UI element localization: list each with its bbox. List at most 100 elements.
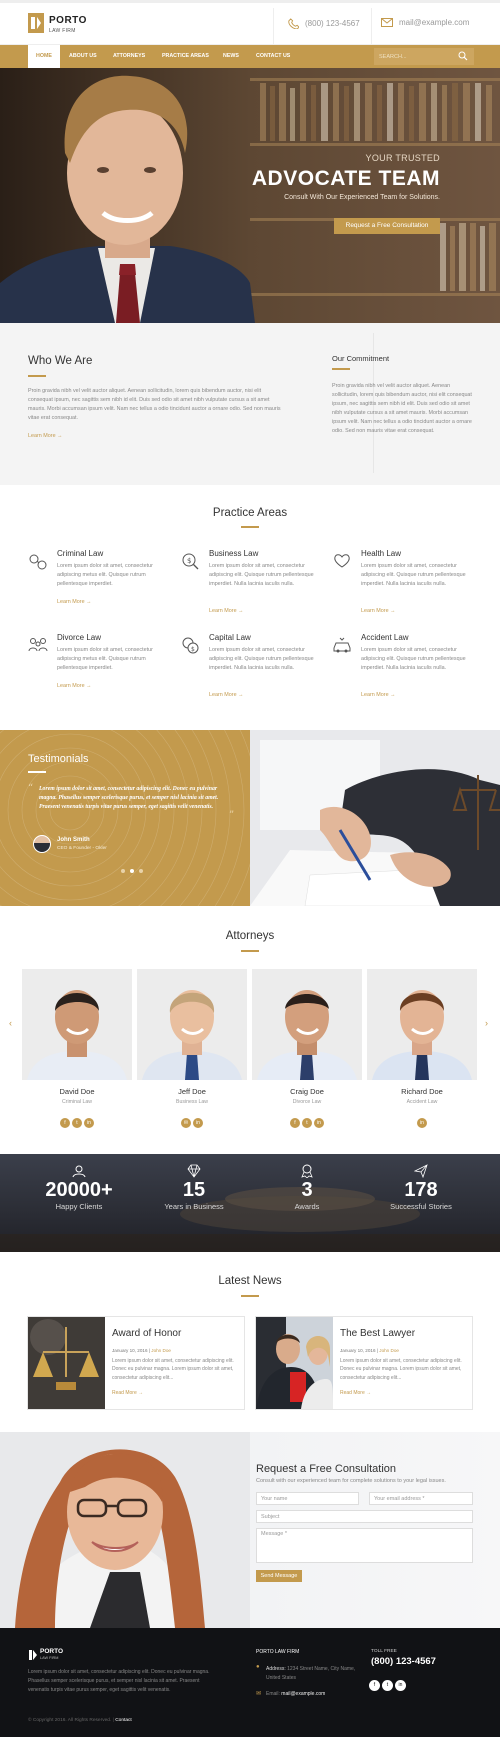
commitment-title: Our Commitment (332, 354, 390, 363)
footer-office-title: PORTO LAW FIRM (256, 1649, 300, 1655)
news-thumbnail[interactable] (28, 1317, 105, 1409)
hero-consultation-button[interactable]: Request a Free Consultation (334, 218, 440, 234)
search-input[interactable] (374, 48, 454, 65)
phone-icon (288, 18, 299, 29)
practice-item-title[interactable]: Divorce Law (57, 633, 101, 642)
svg-text:$: $ (191, 646, 195, 653)
news-card[interactable]: Award of Honor January 10, 2016 | John D… (27, 1316, 245, 1410)
news-author[interactable]: John Doe (151, 1348, 171, 1353)
news-read-more-link[interactable]: Read More → (340, 1390, 371, 1396)
practice-learn-more-link[interactable]: Learn More → (57, 599, 91, 605)
news-card[interactable]: The Best Lawyer January 10, 2016 | John … (255, 1316, 473, 1410)
practice-item-title[interactable]: Criminal Law (57, 549, 103, 558)
attorney-role: Divorce Law (292, 1099, 322, 1105)
map-marker-icon: ● (256, 1664, 260, 1670)
news-item-title[interactable]: Award of Honor (112, 1328, 181, 1339)
news-thumbnail[interactable] (256, 1317, 333, 1409)
practice-item-title[interactable]: Accident Law (361, 633, 409, 642)
news-read-more-link[interactable]: Read More → (112, 1390, 143, 1396)
nav-attorneys[interactable]: ATTORNEYS (105, 45, 153, 68)
facebook-icon[interactable]: f (290, 1118, 300, 1128)
latest-news-section: Latest News Award of Honor January 10, 2… (0, 1252, 500, 1432)
practice-item-title[interactable]: Capital Law (209, 633, 251, 642)
stat-number: 15 (182, 1179, 206, 1201)
stat-label: Successful Stories (390, 1202, 452, 1211)
footer-logo-mark[interactable] (28, 1649, 38, 1661)
search-icon[interactable] (458, 51, 468, 61)
linkedin-icon[interactable]: in (314, 1118, 324, 1128)
who-title: Who We Are (28, 355, 93, 367)
site-footer: PORTO LAW FIRM Lorem ipsum dolor sit ame… (0, 1628, 500, 1737)
send-message-button[interactable]: Send Message (256, 1570, 302, 1582)
testimonial-quote: Lorem ipsum dolor sit amet, consectetur … (39, 786, 219, 810)
who-learn-more-link[interactable]: Learn More → (28, 433, 62, 439)
carousel-next-icon[interactable]: › (485, 1018, 488, 1028)
practice-item-title[interactable]: Business Law (209, 549, 258, 558)
news-item-title[interactable]: The Best Lawyer (340, 1328, 415, 1339)
footer-brand-name[interactable]: PORTO (40, 1648, 63, 1655)
name-field[interactable] (256, 1492, 359, 1505)
pager-dot-active[interactable] (130, 869, 134, 873)
facebook-icon[interactable]: f (369, 1680, 380, 1691)
brand-name[interactable]: PORTO (49, 15, 87, 26)
twitter-icon[interactable]: t (382, 1680, 393, 1691)
linkedin-icon[interactable]: in (193, 1118, 203, 1128)
header-phone[interactable]: (800) 123-4567 (288, 18, 360, 29)
attorney-role: Criminal Law (62, 1099, 92, 1105)
footer-email-link[interactable]: mail@example.com (281, 1691, 325, 1697)
linkedin-icon[interactable]: in (84, 1118, 94, 1128)
attorney-photo[interactable] (252, 969, 362, 1080)
who-text: Proin gravida nibh vel velit auctor aliq… (28, 388, 281, 421)
practice-learn-more-link[interactable]: Learn More → (209, 692, 243, 698)
nav-home[interactable]: HOME (28, 45, 60, 68)
nav-about-us[interactable]: ABOUT US (61, 45, 105, 68)
header-email[interactable]: mail@example.com (381, 18, 469, 27)
linkedin-icon[interactable]: in (395, 1680, 406, 1691)
email-field[interactable] (369, 1492, 473, 1505)
practice-item-text: Lorem ipsum dolor sit amet, consectetur … (361, 647, 466, 671)
attorney-photo[interactable] (137, 969, 247, 1080)
attorney-name[interactable]: Richard Doe (367, 1087, 477, 1096)
stat-label: Years in Business (164, 1202, 224, 1211)
pager-dot[interactable] (139, 869, 143, 873)
logo-mark[interactable] (28, 13, 44, 33)
carousel-prev-icon[interactable]: ‹ (9, 1018, 12, 1028)
footer-contact-link[interactable]: Contact (115, 1718, 132, 1723)
practice-learn-more-link[interactable]: Learn More → (209, 608, 243, 614)
car-crash-icon (333, 637, 351, 653)
email-icon[interactable]: ✉ (181, 1118, 191, 1128)
subject-field[interactable] (256, 1510, 473, 1523)
stat-label: Happy Clients (55, 1202, 103, 1211)
nav-practice-areas[interactable]: PRACTICE AREAS (154, 45, 217, 68)
practice-learn-more-link[interactable]: Learn More → (361, 692, 395, 698)
facebook-icon[interactable]: f (60, 1118, 70, 1128)
twitter-icon[interactable]: t (72, 1118, 82, 1128)
news-author[interactable]: John Doe (379, 1348, 399, 1353)
news-date: January 10, 2016 | John Doe (340, 1348, 399, 1353)
attorney-photo[interactable] (367, 969, 477, 1080)
attorney-name[interactable]: David Doe (22, 1087, 132, 1096)
nav-contact-us[interactable]: CONTACT US (248, 45, 298, 68)
twitter-icon[interactable]: t (302, 1118, 312, 1128)
attorney-name[interactable]: Jeff Doe (137, 1087, 247, 1096)
pager-dot[interactable] (121, 869, 125, 873)
practice-item-text: Lorem ipsum dolor sit amet, consectetur … (57, 647, 153, 671)
diamond-icon (187, 1164, 201, 1178)
user-icon (72, 1165, 86, 1178)
attorneys-section: Attorneys ‹ › David Doe Criminal Law fti… (0, 906, 500, 1154)
site-header: PORTO LAW FIRM (800) 123-4567 mail@examp… (0, 3, 500, 46)
footer-tollfree-label: TOLL FREE (371, 1649, 397, 1654)
footer-about-text: Lorem ipsum dolor sit amet, consectetur … (28, 1669, 210, 1693)
practice-learn-more-link[interactable]: Learn More → (57, 683, 91, 689)
footer-phone[interactable]: (800) 123-4567 (371, 1656, 436, 1667)
attorney-photo[interactable] (22, 969, 132, 1080)
attorney-name[interactable]: Craig Doe (252, 1087, 362, 1096)
message-field[interactable] (256, 1528, 473, 1563)
nav-news[interactable]: NEWS (215, 45, 247, 68)
main-nav: HOME ABOUT US ATTORNEYS PRACTICE AREAS N… (0, 45, 500, 68)
linkedin-icon[interactable]: in (417, 1118, 427, 1128)
copyright-text: © Copyright 2016. All Rights Reserved. (28, 1718, 112, 1723)
practice-item-title[interactable]: Health Law (361, 549, 401, 558)
practice-learn-more-link[interactable]: Learn More → (361, 608, 395, 614)
consult-title: Request a Free Consultation (256, 1463, 397, 1475)
